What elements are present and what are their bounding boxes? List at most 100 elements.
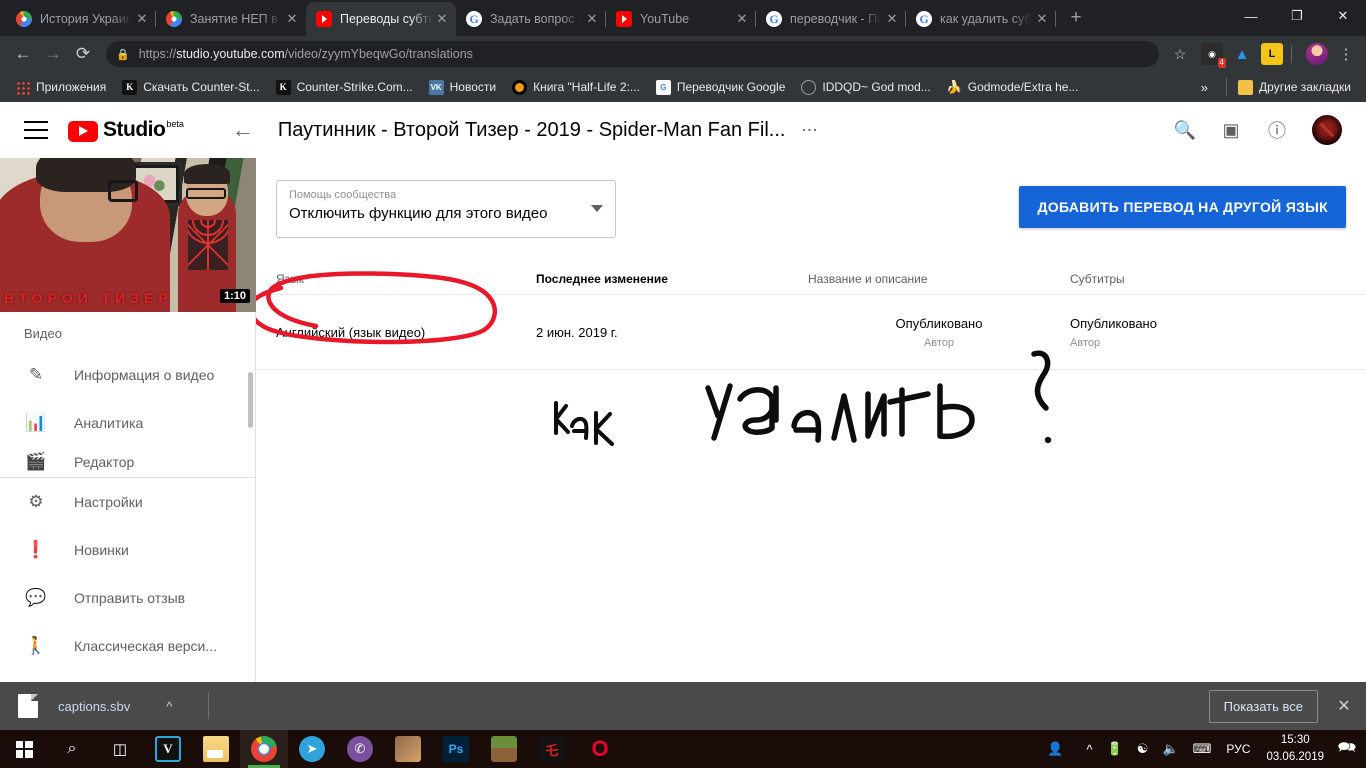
- sidebar-item-whats-new[interactable]: ❗ Новинки: [0, 526, 255, 574]
- address-bar[interactable]: 🔒 https://studio.youtube.com/video/zyymY…: [106, 41, 1159, 67]
- file-explorer-icon: [203, 736, 229, 762]
- sidebar-item-feedback[interactable]: 💬 Отправить отзыв: [0, 574, 255, 622]
- reload-button[interactable]: ⟳: [68, 39, 98, 69]
- sidebar-item-settings[interactable]: ⚙ Настройки: [0, 478, 255, 526]
- tab-close-icon[interactable]: ✕: [434, 11, 450, 27]
- table-row[interactable]: Английский (язык видео) 2 июн. 2019 г. О…: [256, 294, 1366, 370]
- bookmark-item[interactable]: K Counter-Strike.Com...: [269, 76, 420, 98]
- google-icon: G: [466, 11, 482, 27]
- taskbar-search-button[interactable]: ⌕: [48, 730, 96, 768]
- chrome-icon: [16, 11, 32, 27]
- keyboard-icon[interactable]: ⌨: [1186, 741, 1219, 757]
- column-header-modified: Последнее изменение: [536, 272, 668, 286]
- bookmark-item[interactable]: Книга "Half-Life 2:...: [505, 76, 647, 98]
- bookmark-label: Книга "Half-Life 2:...: [533, 80, 640, 94]
- other-bookmarks-button[interactable]: Другие закладки: [1231, 76, 1358, 98]
- browser-tab[interactable]: История Украины ✕: [6, 2, 156, 36]
- extension-icon-1[interactable]: ◉ 4: [1201, 43, 1226, 68]
- youtube-studio-logo[interactable]: Studio beta: [68, 118, 184, 142]
- bookmark-item[interactable]: G Переводчик Google: [649, 76, 793, 98]
- taskbar-app-minecraft[interactable]: [480, 730, 528, 768]
- maximize-button[interactable]: ❐: [1274, 0, 1320, 32]
- tab-close-icon[interactable]: ✕: [1034, 11, 1050, 27]
- chrome-menu-icon[interactable]: ⋮: [1334, 47, 1358, 62]
- forward-button[interactable]: →: [38, 39, 68, 69]
- search-icon[interactable]: 🔍: [1174, 119, 1196, 141]
- language-indicator[interactable]: РУС: [1218, 742, 1258, 756]
- browser-tab[interactable]: G переводчик - Пои ✕: [756, 2, 906, 36]
- community-contributions-select[interactable]: Помощь сообщества Отключить функцию для …: [276, 180, 616, 238]
- video-thumbnail[interactable]: ВТОРОЙ ТИЗЕР 1:10: [0, 158, 256, 312]
- bookmark-star-icon[interactable]: ☆: [1167, 41, 1193, 67]
- clock[interactable]: 15:30 03.06.2019: [1258, 734, 1332, 764]
- close-window-button[interactable]: ✕: [1320, 0, 1366, 32]
- sidebar-item-analytics[interactable]: 📊 Аналитика: [0, 399, 255, 447]
- help-icon[interactable]: ⓘ: [1266, 119, 1288, 141]
- bookmark-item[interactable]: VK Новости: [422, 76, 503, 98]
- taskbar-app-telegram[interactable]: ➤: [288, 730, 336, 768]
- extension-icon-3[interactable]: L: [1261, 43, 1283, 65]
- show-all-downloads-button[interactable]: Показать все: [1208, 689, 1318, 723]
- taskbar-app-viber[interactable]: ✆: [336, 730, 384, 768]
- chevron-up-icon[interactable]: ^: [1071, 742, 1100, 757]
- bookmark-item[interactable]: K Скачать Counter-St...: [115, 76, 266, 98]
- taskbar-app-vegas[interactable]: V: [144, 730, 192, 768]
- browser-tab[interactable]: G Задать вопрос - С ✕: [456, 2, 606, 36]
- back-button[interactable]: ←: [8, 39, 38, 69]
- channel-avatar[interactable]: [1312, 115, 1342, 145]
- tab-close-icon[interactable]: ✕: [884, 11, 900, 27]
- minimize-button[interactable]: —: [1228, 0, 1274, 32]
- wifi-icon[interactable]: ☯: [1130, 741, 1156, 757]
- sidebar-item-classic[interactable]: 🚶 Классическая верси...: [0, 622, 255, 670]
- extension-icon-2[interactable]: ▲: [1231, 43, 1253, 65]
- sidebar-scrollbar[interactable]: [248, 372, 253, 428]
- add-translation-button[interactable]: ДОБАВИТЬ ПЕРЕВОД НА ДРУГОЙ ЯЗЫК: [1019, 186, 1346, 228]
- page-viewport: Studio beta ← Паутинник - Второй Тизер -…: [0, 102, 1366, 730]
- column-header-subtitles: Субтитры: [1070, 272, 1125, 286]
- taskbar-app-opera[interactable]: O: [576, 730, 624, 768]
- start-button[interactable]: [0, 730, 48, 768]
- bookmark-item[interactable]: IDDQD~ God mod...: [794, 76, 937, 98]
- sidebar-item-label: Информация о видео: [74, 367, 215, 383]
- download-item[interactable]: captions.sbv ^: [18, 694, 172, 718]
- battery-icon[interactable]: 🔋: [1100, 741, 1130, 757]
- volume-icon[interactable]: 🔈: [1155, 741, 1185, 757]
- sidebar-item-editor[interactable]: 🎬 Редактор: [0, 447, 255, 477]
- tab-close-icon[interactable]: ✕: [584, 11, 600, 27]
- title-author: Автор: [923, 336, 955, 349]
- sidebar-item-video-info[interactable]: ✎ Информация о видео: [0, 351, 255, 399]
- bookmark-apps[interactable]: Приложения: [8, 76, 113, 98]
- download-file-name[interactable]: captions.sbv: [58, 699, 130, 714]
- browser-profile-avatar[interactable]: [1306, 43, 1328, 65]
- people-icon[interactable]: 👤: [1040, 741, 1070, 757]
- caret-up-icon[interactable]: ^: [166, 699, 172, 714]
- hamburger-menu-icon[interactable]: [24, 121, 48, 139]
- back-arrow-icon[interactable]: ←: [230, 117, 256, 143]
- new-tab-button[interactable]: +: [1062, 5, 1090, 33]
- browser-tab-active[interactable]: Переводы субтитр ✕: [306, 2, 456, 36]
- task-view-button[interactable]: ◫: [96, 730, 144, 768]
- create-video-icon[interactable]: ▣: [1220, 119, 1242, 141]
- browser-tab[interactable]: YouTube ✕: [606, 2, 756, 36]
- close-download-bar-icon[interactable]: ✕: [1334, 696, 1354, 716]
- bookmark-item[interactable]: 🍌 Godmode/Extra he...: [940, 76, 1086, 98]
- chevron-down-icon[interactable]: [591, 205, 603, 212]
- tab-close-icon[interactable]: ✕: [134, 11, 150, 27]
- thumbnail-glasses: [108, 180, 138, 202]
- bookmark-label: Переводчик Google: [676, 80, 786, 94]
- tab-close-icon[interactable]: ✕: [284, 11, 300, 27]
- bookmarks-overflow-button[interactable]: »: [1193, 80, 1216, 95]
- taskbar-app-garena[interactable]: 乇: [528, 730, 576, 768]
- taskbar-app-explorer[interactable]: [192, 730, 240, 768]
- telegram-icon: ➤: [299, 736, 325, 762]
- browser-tab[interactable]: Занятие НЕП в Ук ✕: [156, 2, 306, 36]
- taskbar-app-chrome[interactable]: [240, 730, 288, 768]
- more-options-icon[interactable]: ⋮: [800, 122, 817, 138]
- tab-title: История Украины: [40, 12, 132, 26]
- action-center-icon[interactable]: 🗪: [1332, 730, 1362, 768]
- taskbar-app-photo[interactable]: [384, 730, 432, 768]
- taskbar-app-photoshop[interactable]: Ps: [432, 730, 480, 768]
- vegas-icon: V: [155, 736, 181, 762]
- tab-close-icon[interactable]: ✕: [734, 11, 750, 27]
- browser-tab[interactable]: G как удалить субти ✕: [906, 2, 1056, 36]
